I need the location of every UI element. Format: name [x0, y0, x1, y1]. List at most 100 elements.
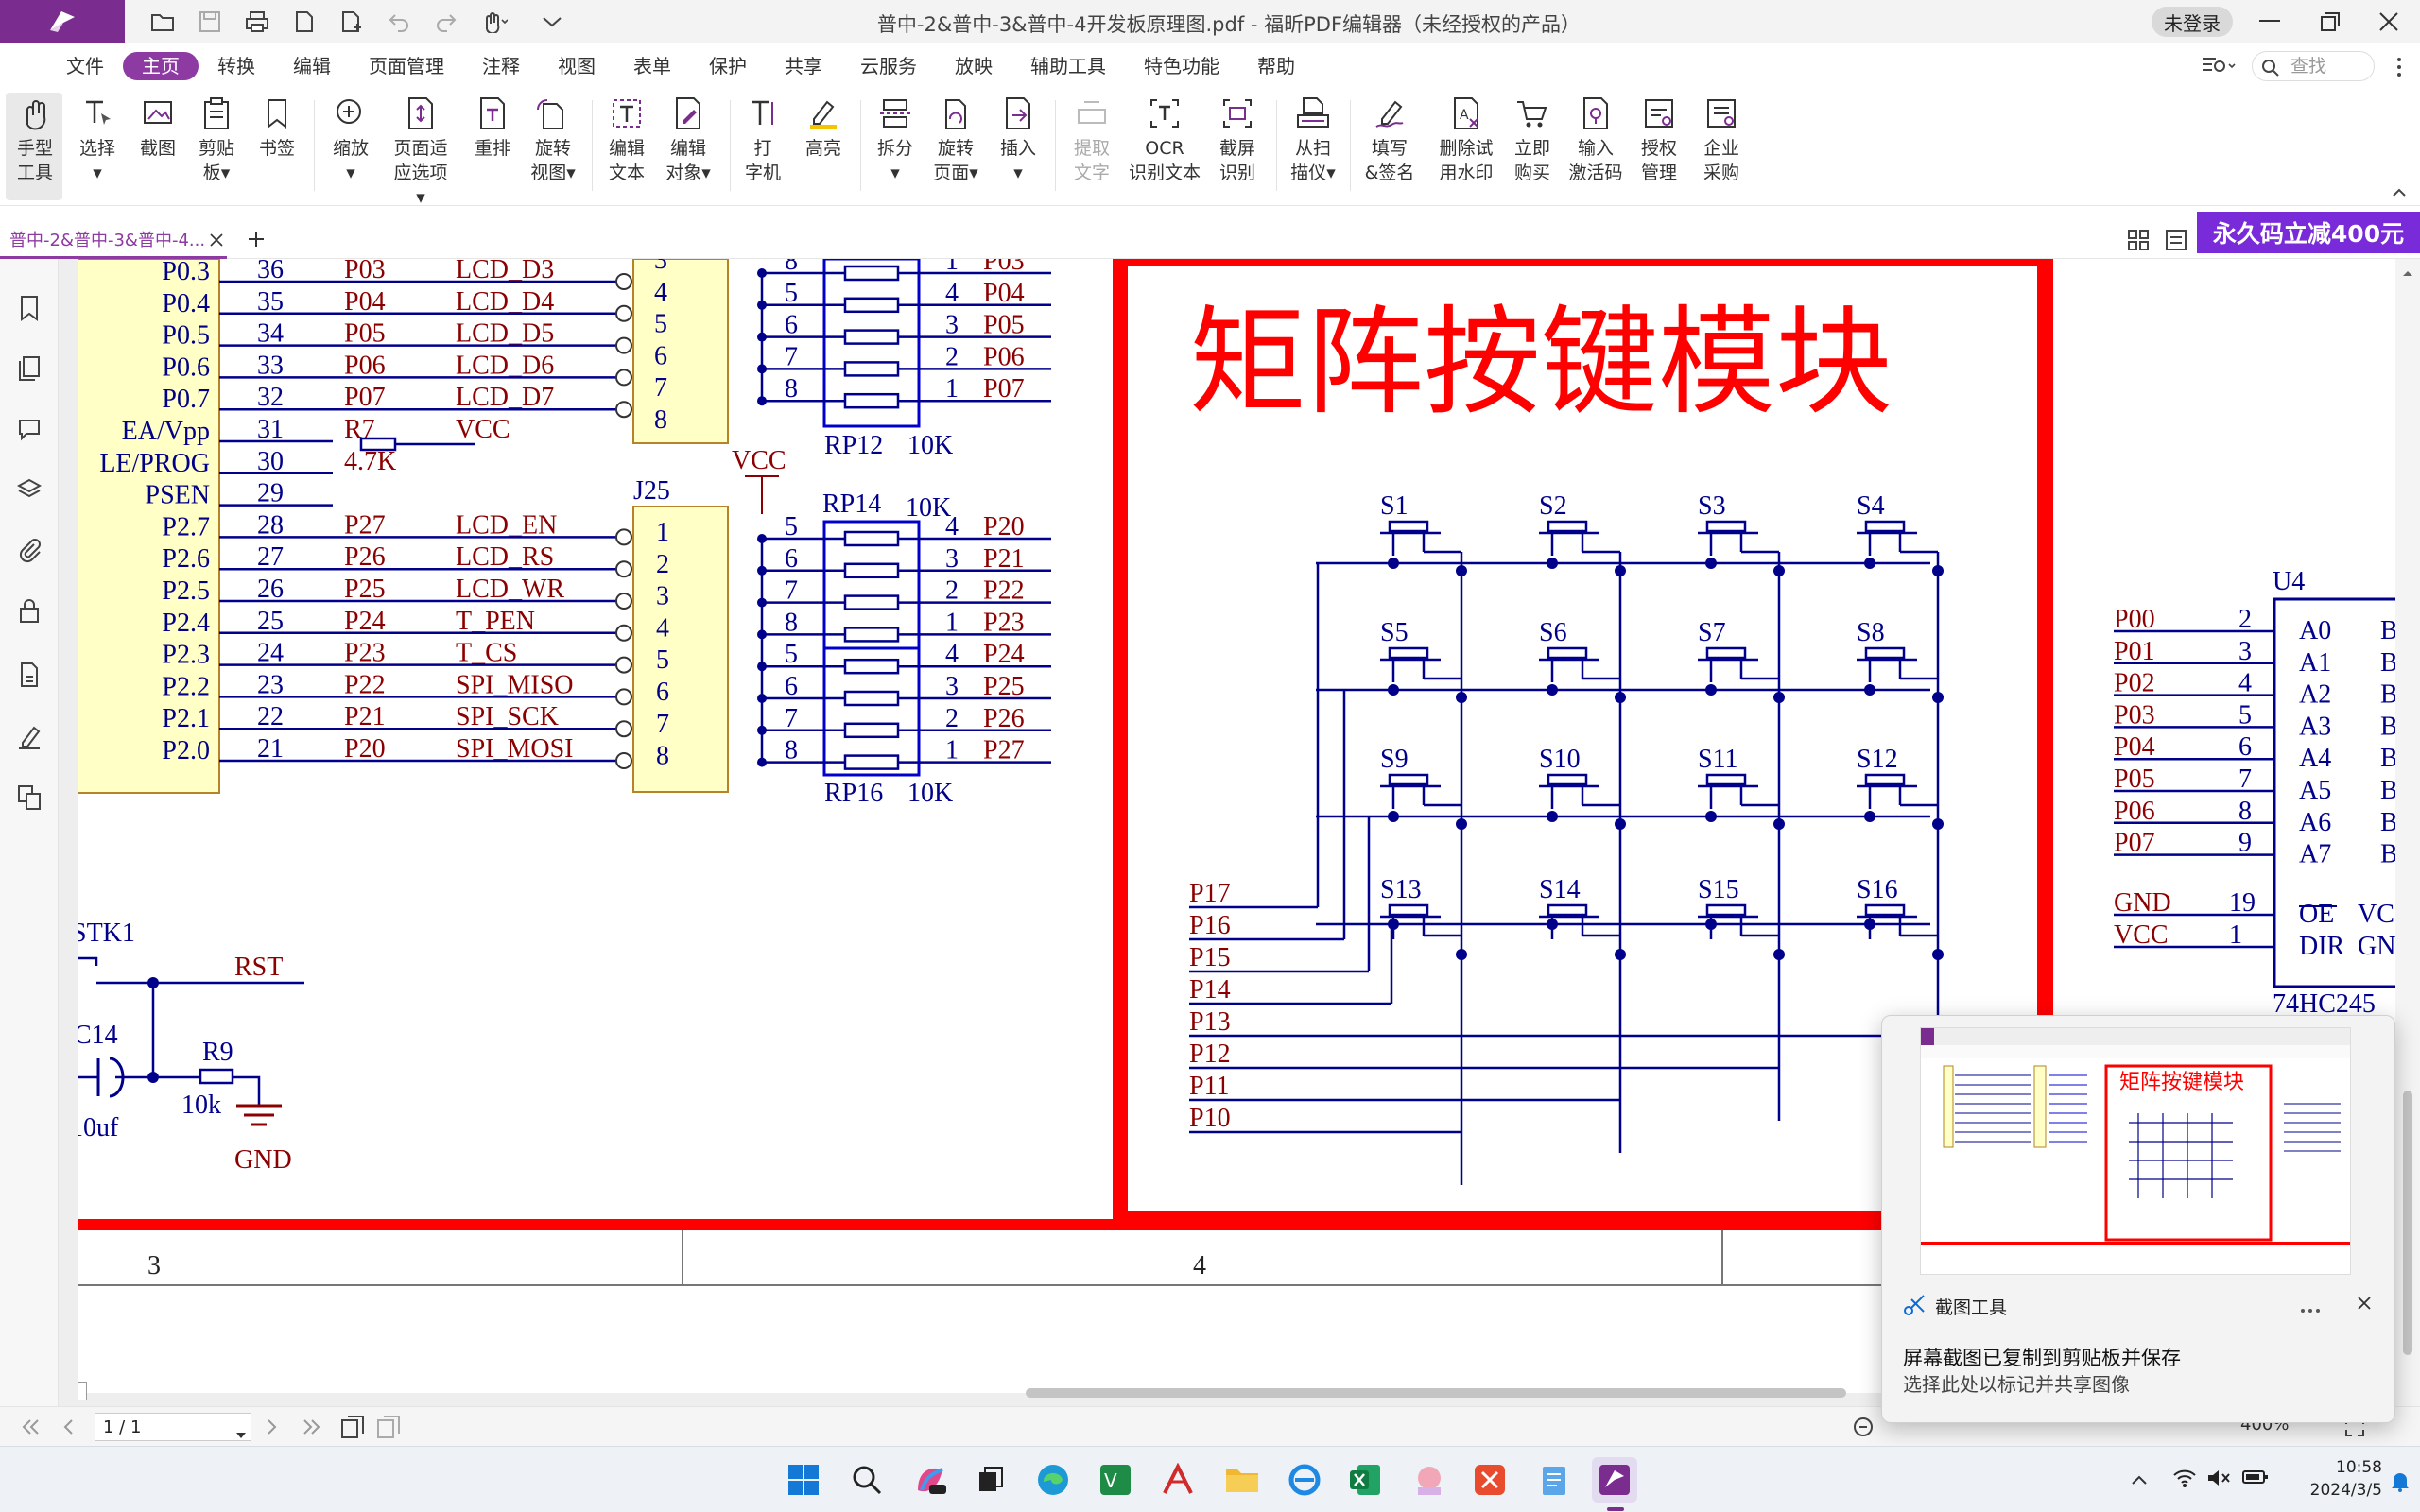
app-icon-red[interactable]: [1155, 1457, 1201, 1503]
screenshot-button[interactable]: 截图: [134, 96, 182, 161]
volume-muted-icon[interactable]: [2206, 1468, 2231, 1492]
screen-recognize-button[interactable]: 截屏 识别: [1214, 96, 1261, 185]
select-button[interactable]: 选择 ▾: [74, 96, 121, 185]
menu-form[interactable]: 表单: [614, 52, 690, 80]
system-clock[interactable]: 10:58 2024/3/5: [2288, 1456, 2382, 1502]
print-icon[interactable]: [240, 5, 274, 39]
file-explorer-icon[interactable]: [1219, 1457, 1265, 1503]
rotate-page-button[interactable]: 旋转 页面▾: [932, 96, 979, 185]
hand-tool-button[interactable]: 手型 工具: [11, 96, 59, 185]
restore-icon[interactable]: [2299, 0, 2361, 43]
menu-home[interactable]: 主页: [123, 52, 199, 80]
customize-dropdown-icon[interactable]: [535, 5, 569, 39]
start-menu-icon[interactable]: [781, 1457, 826, 1503]
rotate-view-button[interactable]: 旋转 视图▾: [529, 96, 577, 185]
previous-page-icon[interactable]: [62, 1418, 74, 1439]
copilot-icon[interactable]: [908, 1457, 953, 1503]
close-icon[interactable]: [2358, 0, 2420, 43]
first-page-icon[interactable]: [21, 1418, 42, 1439]
search-taskbar-icon[interactable]: [844, 1457, 890, 1503]
horizontal-scrollbar[interactable]: [1026, 1388, 1846, 1398]
page-dropdown-icon[interactable]: [236, 1424, 246, 1442]
save-icon[interactable]: [193, 5, 227, 39]
redo-icon[interactable]: [429, 5, 463, 39]
security-panel-icon[interactable]: [14, 595, 44, 626]
vs-app-icon[interactable]: V: [1093, 1457, 1138, 1503]
menu-convert[interactable]: 转换: [199, 52, 274, 80]
ie-browser-icon[interactable]: [1282, 1457, 1327, 1503]
pages-compare-icon[interactable]: [14, 782, 44, 813]
layers-panel-icon[interactable]: [14, 474, 44, 505]
menu-annotate[interactable]: 注释: [463, 52, 539, 80]
bookmark-button[interactable]: 书签: [253, 96, 301, 161]
red-app-icon[interactable]: [1467, 1457, 1512, 1503]
reading-mode-icon[interactable]: [2165, 229, 2187, 255]
wifi-icon[interactable]: [2172, 1468, 2197, 1492]
ocr-button[interactable]: OCR 识别文本: [1127, 96, 1202, 185]
clipboard-button[interactable]: 剪贴 板▾: [193, 96, 240, 185]
edit-object-button[interactable]: 编辑 对象▾: [662, 96, 715, 185]
menu-view[interactable]: 视图: [539, 52, 614, 80]
last-page-icon[interactable]: [301, 1418, 321, 1439]
notepad-icon[interactable]: [1531, 1457, 1577, 1503]
from-scanner-button[interactable]: 从扫 描仪▾: [1289, 96, 1337, 185]
signature-panel-icon[interactable]: [14, 722, 44, 752]
snipping-tool-notification[interactable]: 矩阵按键模块 截图工具 屏幕截图已复制到剪贴板并保存 选择此处以标记并共享图像: [1881, 1015, 2395, 1423]
menu-protect[interactable]: 保护: [690, 52, 766, 80]
screenshot-preview[interactable]: 矩阵按键模块: [1920, 1027, 2351, 1275]
notification-more-icon[interactable]: [2300, 1299, 2321, 1317]
menu-present[interactable]: 放映: [936, 52, 1011, 80]
scroll-up-icon[interactable]: [2402, 263, 2413, 281]
license-management-button[interactable]: 授权 管理: [1635, 96, 1683, 185]
new-tab-icon[interactable]: [248, 231, 265, 251]
vertical-scroll-thumb[interactable]: [2403, 1091, 2412, 1355]
menu-edit[interactable]: 编辑: [274, 52, 350, 80]
close-tab-icon[interactable]: [210, 232, 223, 250]
menu-page-management[interactable]: 页面管理: [350, 52, 463, 80]
fill-sign-button[interactable]: 填写 &签名: [1361, 96, 1418, 185]
collapse-ribbon-icon[interactable]: [2392, 183, 2407, 201]
export-page-icon[interactable]: [376, 1415, 401, 1443]
edit-text-button[interactable]: 编辑 文本: [603, 96, 650, 185]
attachments-panel-icon[interactable]: [14, 535, 44, 565]
open-folder-icon[interactable]: [146, 5, 180, 39]
menu-file[interactable]: 文件: [47, 52, 123, 80]
reflow-button[interactable]: 重排: [469, 96, 516, 161]
highlight-button[interactable]: 高亮: [800, 96, 847, 161]
foxit-pdf-taskbar-icon[interactable]: [1592, 1457, 1637, 1503]
login-button[interactable]: 未登录: [2152, 7, 2233, 37]
copy-page-icon[interactable]: [340, 1415, 365, 1443]
document-tab[interactable]: 普中-2&普中-3&普中-4...: [0, 219, 227, 259]
minimize-icon[interactable]: [2238, 0, 2301, 43]
more-options-icon[interactable]: [2395, 57, 2403, 81]
remove-trial-watermark-button[interactable]: A 删除试 用水印: [1435, 96, 1497, 185]
vertical-scrollbar[interactable]: [2395, 259, 2420, 1406]
anime-app-icon[interactable]: [1407, 1457, 1452, 1503]
comments-panel-icon[interactable]: [14, 414, 44, 444]
battery-icon[interactable]: [2242, 1469, 2269, 1488]
menu-share[interactable]: 共享: [766, 52, 841, 80]
enter-activation-code-button[interactable]: 输入 激活码: [1567, 96, 1624, 185]
search-options-icon[interactable]: [2201, 55, 2238, 81]
split-button[interactable]: 拆分 ▾: [872, 96, 919, 185]
page-number-input[interactable]: 1 / 1: [95, 1413, 251, 1441]
enterprise-purchase-button[interactable]: 企业 采购: [1698, 96, 1745, 185]
page-thumbnails-icon[interactable]: [14, 353, 44, 384]
new-document-icon[interactable]: [335, 5, 369, 39]
tray-chevron-icon[interactable]: [2131, 1471, 2148, 1489]
fit-page-options-button[interactable]: 页面适 应选项▾: [389, 96, 452, 210]
menu-features[interactable]: 特色功能: [1125, 52, 1238, 80]
undo-icon[interactable]: [382, 5, 416, 39]
promo-banner[interactable]: 永久码立减400元: [2197, 212, 2420, 253]
menu-help[interactable]: 帮助: [1238, 52, 1314, 80]
hand-tool-quick-icon[interactable]: [476, 5, 510, 39]
excel-icon[interactable]: [1342, 1457, 1388, 1503]
view-mode-icon[interactable]: [1853, 1417, 1876, 1441]
grid-view-icon[interactable]: [2127, 229, 2150, 255]
insert-button[interactable]: 插入 ▾: [994, 96, 1042, 185]
buy-now-button[interactable]: 立即 购买: [1509, 96, 1556, 185]
notification-close-icon[interactable]: [2357, 1296, 2372, 1314]
bookmark-panel-icon[interactable]: [14, 293, 44, 323]
typewriter-button[interactable]: 打字机: [739, 96, 786, 185]
document-icon[interactable]: [287, 5, 321, 39]
